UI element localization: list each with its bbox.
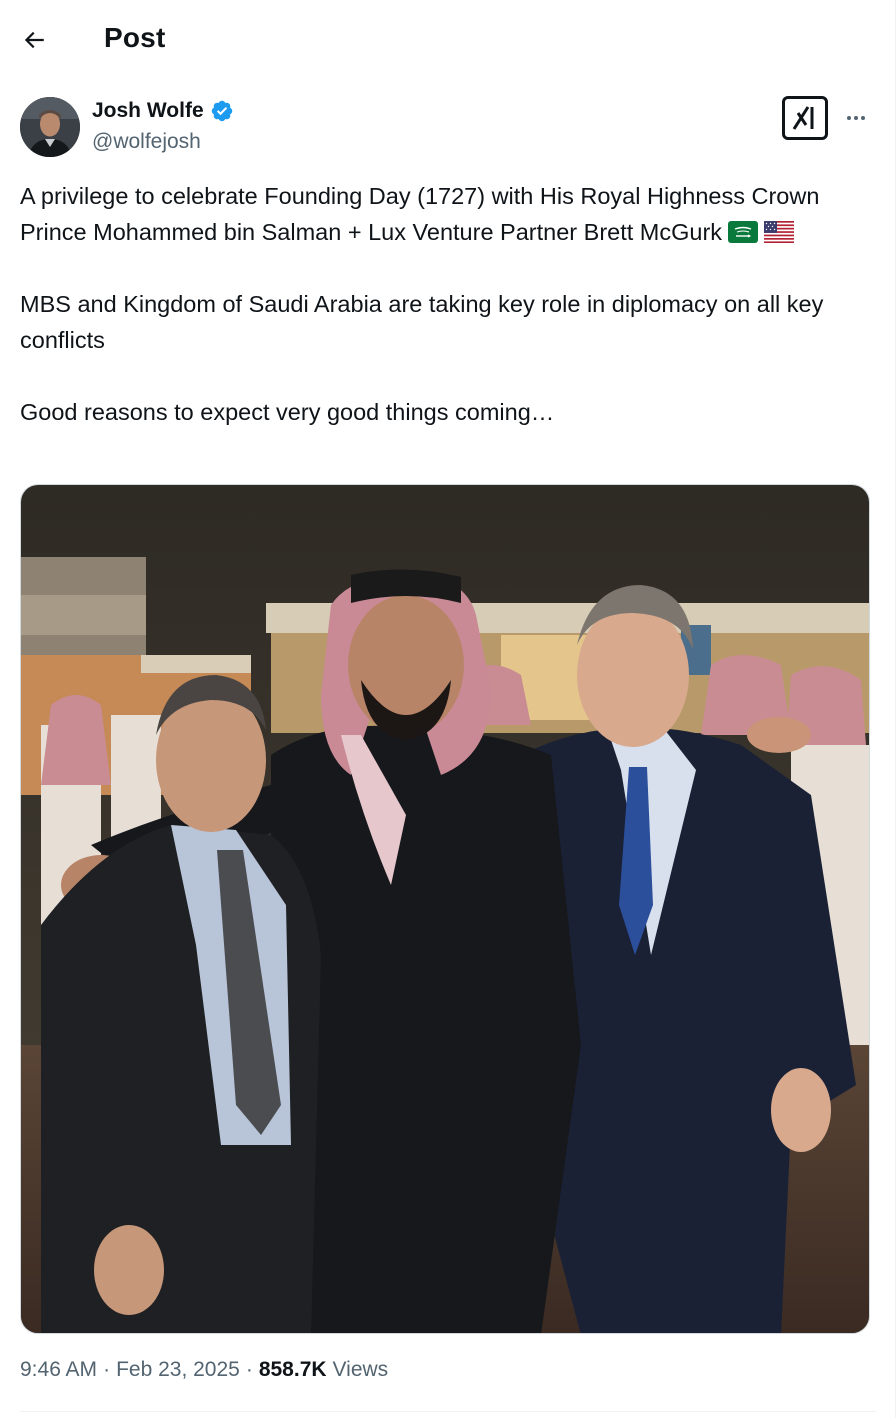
- arrow-left-icon: [24, 31, 44, 49]
- post-paragraph: MBS and Kingdom of Saudi Arabia are taki…: [20, 291, 824, 353]
- meta-separator: ·: [245, 1358, 253, 1381]
- saudi-arabia-flag-icon: [728, 221, 759, 243]
- author-handle[interactable]: @wolfejosh: [92, 130, 201, 154]
- avatar[interactable]: [20, 97, 80, 157]
- united-states-flag-icon: [764, 221, 795, 243]
- author-name[interactable]: Josh Wolfe: [92, 99, 234, 123]
- grok-button[interactable]: [782, 96, 828, 140]
- post-paragraph: Good reasons to expect very good things …: [20, 399, 555, 425]
- back-button[interactable]: [14, 20, 54, 60]
- post-date[interactable]: Feb 23, 2025: [116, 1358, 240, 1382]
- author-name-text: Josh Wolfe: [92, 99, 204, 122]
- top-bar: Post: [0, 0, 895, 80]
- post-paragraph: A privilege to celebrate Founding Day (1…: [20, 183, 820, 245]
- grok-icon: [792, 106, 814, 130]
- more-horizontal-icon: [847, 116, 865, 120]
- page-title: Post: [104, 22, 166, 53]
- post-text: A privilege to celebrate Founding Day (1…: [20, 178, 880, 430]
- post-time[interactable]: 9:46 AM: [20, 1358, 97, 1382]
- post-photo[interactable]: [20, 484, 870, 1334]
- views-count: 858.7K: [258, 1358, 327, 1381]
- post-meta: 9:46 AM · Feb 23, 2025 · 858.7K Views: [20, 1358, 388, 1382]
- meta-separator: ·: [103, 1358, 111, 1381]
- verified-badge-icon: [211, 100, 232, 122]
- divider: [20, 1411, 876, 1412]
- views-label: Views: [332, 1358, 389, 1381]
- more-options-button[interactable]: [838, 100, 874, 136]
